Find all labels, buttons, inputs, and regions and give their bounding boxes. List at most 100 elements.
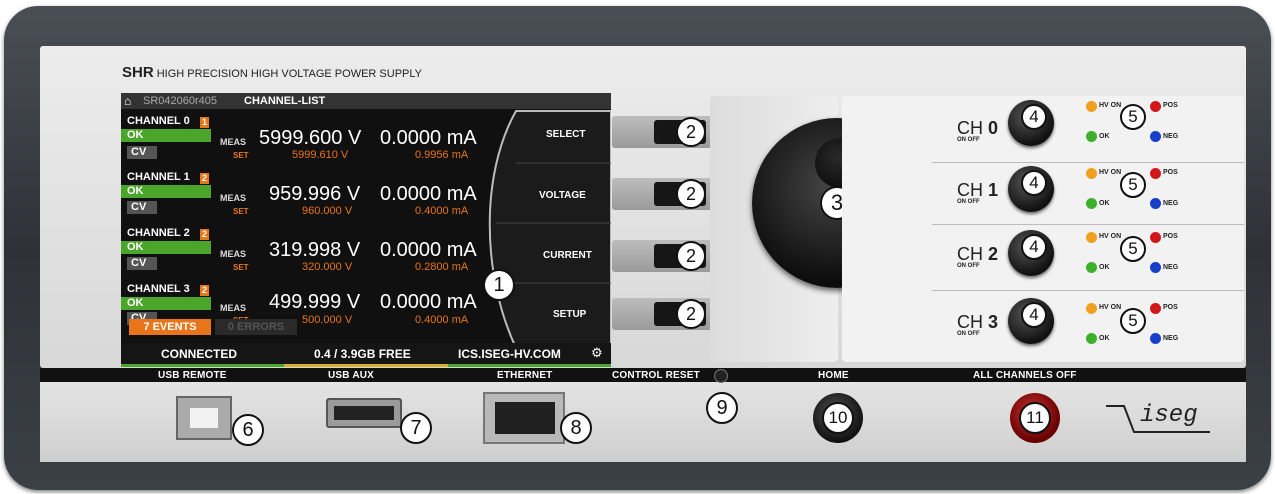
set-voltage: 960.000 V	[302, 205, 353, 217]
measured-current: 0.0000 mA	[380, 127, 477, 149]
callout-5-ch3: 5	[1120, 308, 1146, 334]
callout-2-setup: 2	[676, 299, 706, 329]
iseg-logo: iseg	[1140, 402, 1198, 429]
callout-7[interactable]: 7	[400, 412, 432, 444]
status-ok: OK	[121, 129, 211, 142]
callout-10: 10	[822, 402, 854, 434]
led-label-pos: POS	[1163, 304, 1178, 311]
meas-label: MEAS	[220, 137, 247, 147]
channel-onoff-label: ON OFF	[957, 263, 980, 269]
channel-onoff-label: ON OFF	[957, 331, 980, 337]
channel-onoff-label: ON OFF	[957, 199, 980, 205]
ok-led	[1086, 131, 1097, 142]
callout-4-ch3: 4	[1021, 302, 1047, 328]
led-label-ok: OK	[1099, 200, 1110, 207]
channel-badge: 2	[200, 229, 209, 240]
led-label-hv-on: HV ON	[1099, 304, 1122, 311]
usb-remote-port[interactable]	[176, 396, 232, 440]
connection-status: CONNECTED	[161, 347, 238, 361]
measured-voltage: 319.998 V	[269, 239, 361, 261]
led-label-pos: POS	[1163, 102, 1178, 109]
set-label: SET	[233, 263, 249, 272]
channel-name: CHANNEL 2	[127, 227, 190, 239]
set-voltage: 500.000 V	[302, 314, 353, 326]
callout-2-select: 2	[676, 117, 706, 147]
led-label-neg: NEG	[1163, 264, 1179, 271]
meas-label: MEAS	[220, 249, 247, 259]
led-label-pos: POS	[1163, 169, 1178, 176]
callout-2-current: 2	[676, 241, 706, 271]
channel-name: CHANNEL 0	[127, 115, 190, 127]
measured-voltage: 499.999 V	[269, 291, 361, 313]
screen-view-title: CHANNEL-LIST	[244, 95, 326, 107]
led-label-neg: NEG	[1163, 200, 1179, 207]
control-reset-button[interactable]	[714, 369, 728, 383]
mode-cv: CV	[127, 201, 157, 214]
label-ethernet: ETHERNET	[497, 370, 553, 381]
callout-4-ch0: 4	[1021, 104, 1047, 130]
status-ok: OK	[121, 297, 211, 310]
channel-label-2: CH 2	[957, 244, 999, 264]
measured-voltage: 5999.600 V	[259, 127, 362, 149]
menu-select[interactable]: SELECT	[546, 129, 585, 140]
hv-on-led	[1086, 168, 1097, 179]
set-current: 0.4000 mA	[415, 205, 469, 217]
menu-voltage[interactable]: VOLTAGE	[539, 190, 586, 201]
callout-4-ch1: 4	[1021, 170, 1047, 196]
serial-number: SR042060r405	[143, 95, 218, 107]
status-ok: OK	[121, 241, 211, 254]
channel-row-2[interactable]: CHANNEL 2 2 OK CV MEAS SET 319.998 V 0.0…	[121, 227, 481, 283]
ok-led	[1086, 333, 1097, 344]
pos-led	[1150, 303, 1161, 314]
ethernet-port[interactable]	[483, 392, 565, 444]
callout-11: 11	[1019, 402, 1051, 434]
channel-label-1: CH 1	[957, 180, 999, 200]
led-label-ok: OK	[1099, 335, 1110, 342]
meas-label: MEAS	[220, 193, 247, 203]
errors-button[interactable]: 0 ERRORS	[215, 319, 297, 335]
events-button[interactable]: 7 EVENTS	[129, 319, 211, 335]
host-name: ICS.ISEG-HV.COM	[458, 347, 561, 361]
settings-icon[interactable]: ⚙	[591, 345, 603, 361]
menu-setup[interactable]: SETUP	[553, 309, 586, 320]
storage-status: 0.4 / 3.9GB FREE	[314, 347, 411, 361]
channel-row-1[interactable]: CHANNEL 1 2 OK CV MEAS SET 959.996 V 0.0…	[121, 171, 481, 227]
channel-badge: 2	[200, 285, 209, 296]
callout-5-ch1: 5	[1120, 172, 1146, 198]
set-label: SET	[233, 207, 249, 216]
channel-name: CHANNEL 3	[127, 283, 190, 295]
led-label-ok: OK	[1099, 133, 1110, 140]
measured-current: 0.0000 mA	[380, 183, 477, 205]
callout-5-ch2: 5	[1120, 236, 1146, 262]
channel-row-0[interactable]: CHANNEL 0 1 OK CV MEAS SET 5999.600 V 0.…	[121, 113, 481, 169]
channel-label-3: CH 3	[957, 312, 999, 332]
callout-1: 1	[483, 269, 515, 301]
label-control-reset: CONTROL RESET	[612, 370, 700, 381]
callout-8: 8	[560, 412, 592, 444]
label-usb-aux: USB AUX	[328, 370, 375, 381]
ok-led	[1086, 262, 1097, 273]
set-current: 0.2800 mA	[415, 261, 469, 273]
callout-6: 6	[232, 414, 264, 446]
status-ok: OK	[121, 185, 211, 198]
callout-2-voltage: 2	[676, 179, 706, 209]
label-home: HOME	[818, 370, 849, 381]
set-label: SET	[233, 151, 249, 160]
model-subtitle: HIGH PRECISION HIGH VOLTAGE POWER SUPPLY	[156, 68, 423, 80]
led-label-ok: OK	[1099, 264, 1110, 271]
label-usb-remote: USB REMOTE	[158, 370, 227, 381]
measured-current: 0.0000 mA	[380, 239, 477, 261]
led-label-hv-on: HV ON	[1099, 233, 1122, 240]
led-label-pos: POS	[1163, 233, 1178, 240]
divider	[932, 290, 1244, 291]
hv-on-led	[1086, 303, 1097, 314]
channel-onoff-label: ON OFF	[957, 137, 980, 143]
usb-aux-port[interactable]	[326, 398, 402, 428]
ok-led	[1086, 198, 1097, 209]
menu-current[interactable]: CURRENT	[543, 250, 592, 261]
label-all-channels-off: ALL CHANNELS OFF	[973, 370, 1077, 381]
channel-badge: 2	[200, 173, 209, 184]
channel-name: CHANNEL 1	[127, 171, 190, 183]
pos-led	[1150, 232, 1161, 243]
meas-label: MEAS	[220, 303, 247, 313]
